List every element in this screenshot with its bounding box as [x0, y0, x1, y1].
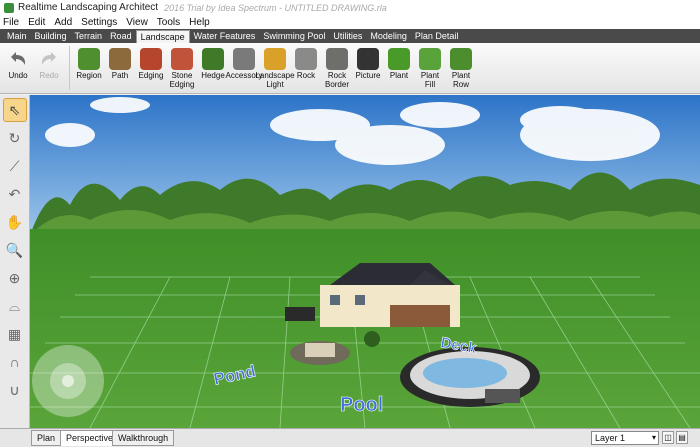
ribbon-label: Landscape Light: [255, 71, 295, 89]
plant-button[interactable]: Plant: [384, 43, 414, 93]
landscape-tools-group: Region Path Edging Stone Edging Hedge Accesso…: [74, 43, 477, 93]
camera-icon: [357, 48, 379, 70]
redo-icon: [41, 52, 56, 65]
undo-icon: [11, 52, 26, 65]
ribbon-label: Plant Fill: [420, 71, 440, 89]
3d-viewport[interactable]: Pond Deck Pool: [30, 95, 700, 428]
layer-dropdown[interactable]: Layer 1 ▾: [591, 431, 659, 445]
edging-button[interactable]: Edging: [136, 43, 166, 93]
tab-utilities[interactable]: Utilities: [329, 30, 366, 43]
path-button[interactable]: Path: [105, 43, 135, 93]
layer-properties-icon[interactable]: ▤: [676, 431, 688, 444]
ribbon-label: Path: [111, 71, 129, 80]
tab-water-features[interactable]: Water Features: [190, 30, 260, 43]
rock-border-button[interactable]: Rock Border: [322, 43, 352, 93]
window-title-extra: 2016 Trial by Idea Spectrum - UNTITLED D…: [164, 2, 387, 13]
ribbon-label: Stone Edging: [169, 71, 195, 89]
rotate-tool[interactable]: ↻: [3, 126, 27, 150]
plant-fill-button[interactable]: Plant Fill: [415, 43, 445, 93]
navigation-joystick[interactable]: [32, 345, 104, 417]
menu-bar: File Edit Add Settings View Tools Help: [0, 15, 700, 29]
zoom-extents-tool[interactable]: ⊕: [3, 266, 27, 290]
ribbon-label: Edging: [138, 71, 164, 80]
select-tool[interactable]: ⇖: [2, 98, 27, 122]
app-icon: [4, 2, 14, 13]
ribbon-label: Rock Border: [324, 71, 349, 89]
undo-button[interactable]: Undo: [3, 43, 33, 93]
menu-tools[interactable]: Tools: [157, 17, 180, 28]
menu-settings[interactable]: Settings: [81, 17, 117, 28]
ribbon-label: Plant: [389, 71, 409, 80]
rock-button[interactable]: Rock: [291, 43, 321, 93]
measure-tool[interactable]: ⟋: [3, 154, 27, 178]
region-icon: [78, 48, 100, 70]
tab-perspective[interactable]: Perspective: [60, 430, 120, 446]
ribbon-label: Rock: [296, 71, 316, 80]
landscape-light-button[interactable]: Landscape Light: [255, 43, 295, 93]
rock-border-icon: [326, 48, 348, 70]
tab-terrain[interactable]: Terrain: [71, 30, 107, 43]
ribbon-label: Plant Row: [451, 71, 471, 89]
stone-edging-icon: [171, 48, 193, 70]
plant-fill-icon: [419, 48, 441, 70]
pond-model: [290, 341, 350, 365]
tab-main[interactable]: Main: [3, 30, 31, 43]
undo-label: Undo: [8, 71, 28, 80]
accessory-icon: [233, 48, 255, 70]
hedge-button[interactable]: Hedge: [198, 43, 228, 93]
ribbon-label: Hedge: [201, 71, 225, 80]
ribbon-label: Region: [76, 71, 102, 80]
tab-plan[interactable]: Plan: [31, 430, 62, 446]
title-bar: Realtime Landscaping Architect 2016 Tria…: [0, 0, 700, 15]
hand-tool[interactable]: ✋: [3, 210, 27, 234]
ribbon-toolbar: Undo Redo Region Path Edging Stone Edging He…: [0, 43, 700, 94]
tab-swimming-pool[interactable]: Swimming Pool: [259, 30, 329, 43]
tab-walkthrough[interactable]: Walkthrough: [112, 430, 175, 446]
orbit-tool[interactable]: ⌓: [3, 294, 27, 318]
left-tool-strip: ⇖ ↻ ⟋ ↶ ✋ 🔍 ⊕ ⌓ ▦ ∩ ∪: [0, 95, 30, 431]
menu-view[interactable]: View: [126, 17, 148, 28]
ribbon-separator: [69, 46, 70, 90]
tab-road[interactable]: Road: [106, 30, 136, 43]
stone-edging-button[interactable]: Stone Edging: [167, 43, 197, 93]
tab-plan-detail[interactable]: Plan Detail: [411, 30, 463, 43]
zoom-tool[interactable]: 🔍: [3, 238, 27, 262]
region-button[interactable]: Region: [74, 43, 104, 93]
edging-icon: [140, 48, 162, 70]
menu-add[interactable]: Add: [54, 17, 72, 28]
plant-row-icon: [450, 48, 472, 70]
tab-modeling[interactable]: Modeling: [366, 30, 411, 43]
ribbon-tab-bar: Main Building Terrain Road Landscape Wat…: [0, 29, 700, 43]
scene: Pond Deck Pool: [30, 95, 700, 428]
hedge-icon: [202, 48, 224, 70]
chevron-down-icon: ▾: [651, 433, 656, 442]
landscape-light-icon: [264, 48, 286, 70]
pool-label: Pool: [340, 394, 383, 416]
layer-visibility-icon[interactable]: ◫: [662, 431, 674, 444]
layer-value: Layer 1: [595, 433, 626, 443]
menu-help[interactable]: Help: [189, 17, 210, 28]
curve-tool[interactable]: ↶: [3, 182, 27, 206]
picture-button[interactable]: Picture: [353, 43, 383, 93]
redo-button[interactable]: Redo: [34, 43, 64, 93]
plant-row-button[interactable]: Plant Row: [446, 43, 476, 93]
plant-icon: [388, 48, 410, 70]
status-bar: Plan Perspective Walkthrough Layer 1 ▾ ◫…: [0, 428, 700, 447]
ribbon-label: Picture: [355, 71, 381, 80]
tab-building[interactable]: Building: [31, 30, 71, 43]
rock-icon: [295, 48, 317, 70]
redo-label: Redo: [39, 71, 59, 80]
shrub: [364, 331, 380, 347]
grid-tool[interactable]: ▦: [3, 322, 27, 346]
menu-edit[interactable]: Edit: [28, 17, 45, 28]
snap-tool[interactable]: ∪: [3, 378, 27, 402]
menu-file[interactable]: File: [3, 17, 19, 28]
tab-landscape[interactable]: Landscape: [135, 30, 190, 43]
window-title: Realtime Landscaping Architect: [18, 2, 159, 13]
path-icon: [109, 48, 131, 70]
magnet-tool[interactable]: ∩: [3, 350, 27, 374]
